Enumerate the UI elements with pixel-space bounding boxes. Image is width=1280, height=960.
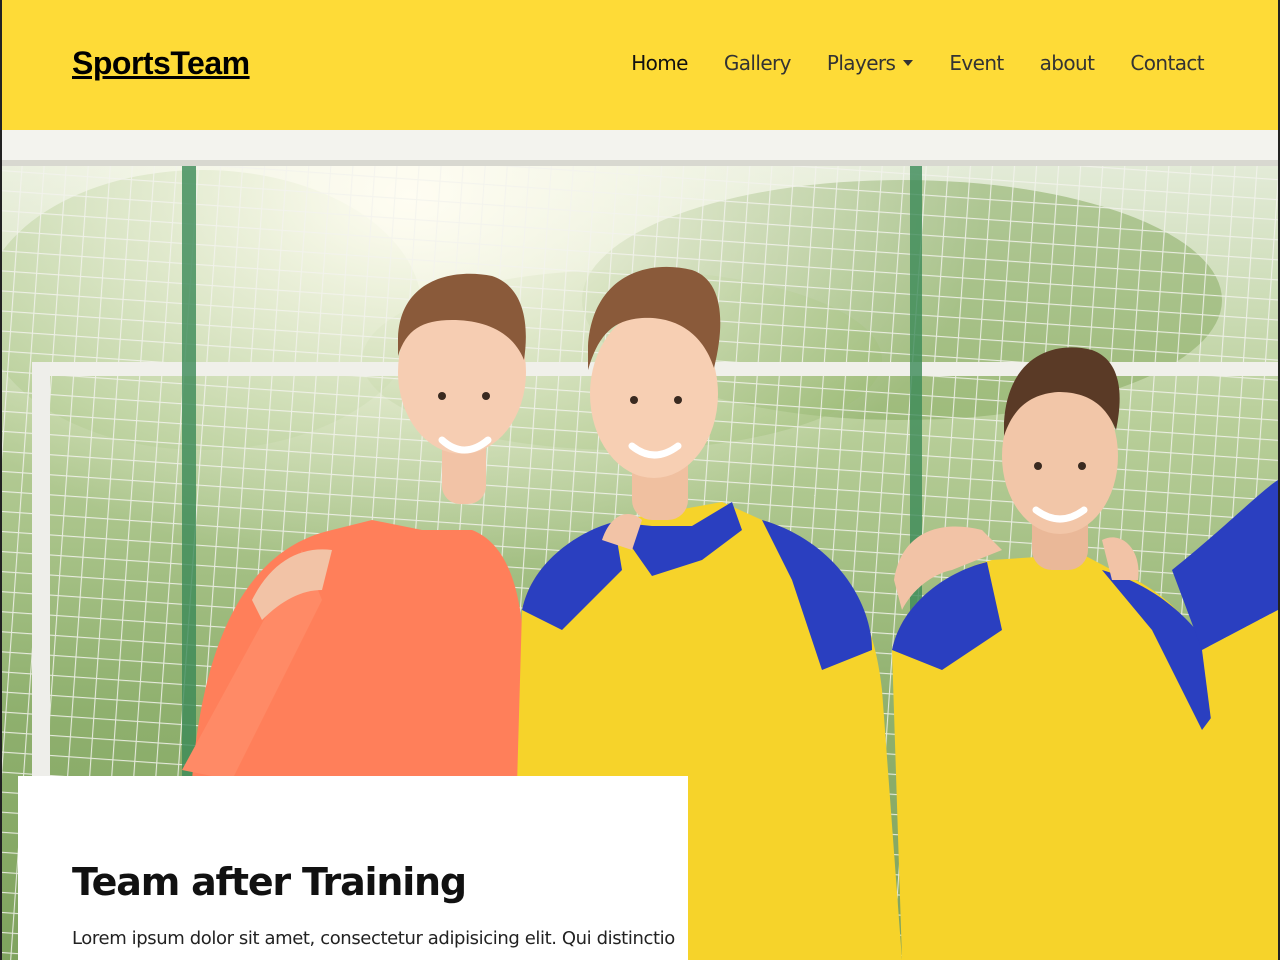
- nav-link-contact[interactable]: Contact: [1130, 51, 1204, 75]
- nav-link-event[interactable]: Event: [949, 51, 1004, 75]
- hero-caption-card: Team after Training Lorem ipsum dolor si…: [18, 776, 688, 960]
- caret-down-icon: [903, 60, 914, 66]
- top-navbar: SportsTeam Home Gallery Players Event ab…: [0, 0, 1280, 130]
- brand-logo-link[interactable]: SportsTeam: [72, 45, 250, 82]
- hero-section: Team after Training Lorem ipsum dolor si…: [0, 130, 1280, 960]
- nav-link-gallery[interactable]: Gallery: [724, 51, 792, 75]
- hero-caption-title: Team after Training: [72, 860, 467, 904]
- nav-link-about[interactable]: about: [1040, 51, 1095, 75]
- hero-caption-text: Lorem ipsum dolor sit amet, consectetur …: [72, 928, 675, 949]
- nav-link-players-label: Players: [826, 51, 896, 75]
- nav-link-home[interactable]: Home: [631, 51, 688, 75]
- nav-link-players[interactable]: Players: [826, 51, 914, 75]
- main-nav: Home Gallery Players Event about Contact: [595, 51, 1204, 75]
